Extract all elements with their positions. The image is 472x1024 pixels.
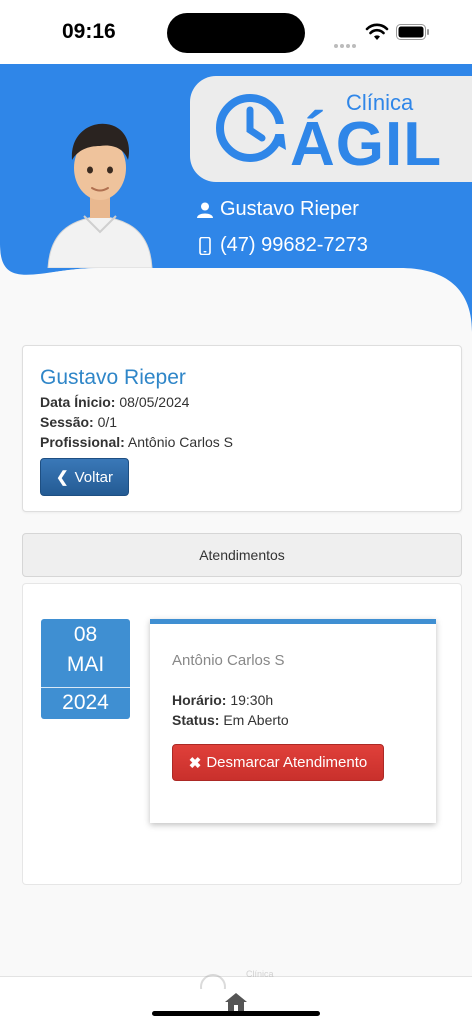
profile-header: Clínica ÁGIL Gustavo Rieper (47) 99682-7… (0, 64, 472, 332)
appointment-date-badge: 08 MAI 2024 (41, 619, 130, 719)
date-divider (41, 687, 130, 688)
footer-logo: Clínica (198, 969, 288, 1000)
appointments-section-header: Atendimentos (22, 533, 462, 577)
professional-line: Profissional: Antônio Carlos S (40, 434, 233, 450)
avatar (47, 123, 153, 268)
professional-value: Antônio Carlos S (127, 434, 233, 450)
cancel-appointment-label: Desmarcar Atendimento (206, 754, 368, 771)
header-user-name-text: Gustavo Rieper (220, 198, 359, 220)
appointments-title: Atendimentos (199, 547, 285, 563)
header-phone: (47) 99682-7273 (196, 234, 368, 257)
patient-name: Gustavo Rieper (40, 366, 186, 389)
clinic-logo: Clínica ÁGIL (190, 76, 472, 182)
status-bar: 09:16 (0, 0, 472, 64)
appointment-time-label: Horário: (172, 692, 227, 708)
back-button-label: Voltar (74, 468, 113, 486)
appointments-panel: 08 MAI 2024 Antônio Carlos S Horário: 19… (22, 583, 462, 885)
appointment-time-line: Horário: 19:30h (172, 692, 273, 708)
user-icon (197, 202, 213, 218)
session-label: Sessão: (40, 414, 94, 430)
battery-icon (396, 24, 429, 40)
appointment-month: MAI (66, 653, 105, 676)
home-icon[interactable] (224, 991, 248, 1013)
wifi-icon (365, 23, 389, 40)
start-date-label: Data Ínicio: (40, 394, 116, 410)
start-date-line: Data Ínicio: 08/05/2024 (40, 394, 189, 410)
header-phone-text: (47) 99682-7273 (220, 234, 368, 256)
appointment-year: 2024 (62, 691, 109, 714)
footer-clock-icon (200, 974, 226, 1000)
appointment-time-value: 19:30h (230, 692, 274, 708)
chevron-left-icon: ❮ (56, 469, 69, 486)
close-icon: ✖ (188, 754, 202, 772)
mobile-phone-icon (199, 236, 211, 255)
appointment-status-value: Em Aberto (223, 712, 289, 728)
appointment-professional: Antônio Carlos S (172, 652, 285, 669)
session-value: 0/1 (97, 414, 118, 430)
cancel-appointment-button[interactable]: ✖ Desmarcar Atendimento (172, 744, 384, 781)
professional-label: Profissional: (40, 434, 125, 450)
footer-logo-text: Clínica (246, 969, 274, 979)
start-date-value: 08/05/2024 (119, 394, 190, 410)
back-button[interactable]: ❮ Voltar (40, 458, 129, 496)
appointment-day: 08 (73, 623, 98, 646)
status-time: 09:16 (62, 20, 116, 43)
dynamic-island (167, 13, 305, 53)
bottom-bar: Clínica (0, 969, 472, 1024)
home-indicator[interactable] (152, 1011, 320, 1016)
clock-logo-icon (216, 94, 290, 162)
header-user-name: Gustavo Rieper (196, 198, 359, 221)
patient-info-card: Gustavo Rieper Data Ínicio: 08/05/2024 S… (22, 345, 462, 512)
logo-agil-text: ÁGIL (290, 110, 443, 179)
appointment-card: Antônio Carlos S Horário: 19:30h Status:… (150, 619, 436, 823)
session-line: Sessão: 0/1 (40, 414, 117, 430)
signal-icon (334, 35, 360, 48)
appointment-status-label: Status: (172, 712, 220, 728)
appointment-status-line: Status: Em Aberto (172, 712, 289, 728)
